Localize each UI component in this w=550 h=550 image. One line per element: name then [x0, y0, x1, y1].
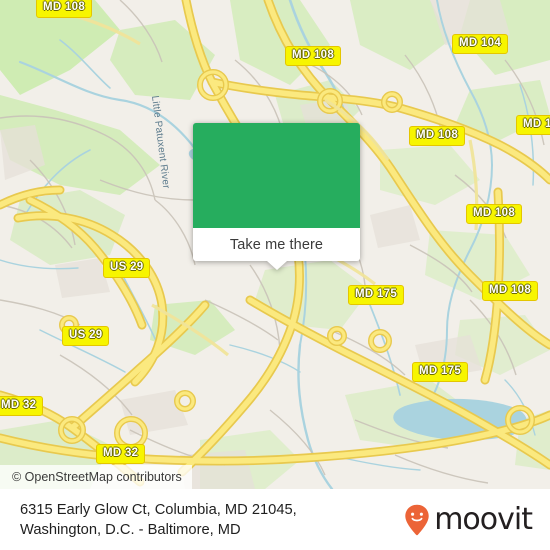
- map-attribution[interactable]: © OpenStreetMap contributors: [0, 465, 192, 489]
- map-canvas[interactable]: Little Patuxent River MD 108 MD 108 MD 1…: [0, 0, 550, 489]
- road-shield-md108-nw[interactable]: MD 108: [36, 0, 93, 18]
- road-shield-md104[interactable]: MD 104: [452, 34, 509, 54]
- road-shield-us29-n[interactable]: US 29: [103, 258, 151, 278]
- take-me-there-label: Take me there: [229, 236, 324, 253]
- road-shield-md175-n[interactable]: MD 175: [348, 285, 405, 305]
- popup-image-placeholder: [193, 123, 360, 228]
- map-pin-icon: [405, 504, 429, 535]
- road-shield-md32-s[interactable]: MD 32: [96, 444, 146, 464]
- road-shield-md175-s[interactable]: MD 175: [412, 362, 469, 382]
- moovit-map-screenshot: Little Patuxent River MD 108 MD 108 MD 1…: [0, 0, 550, 550]
- location-popup[interactable]: Take me there: [193, 123, 360, 270]
- address-text: 6315 Early Glow Ct, Columbia, MD 21045, …: [20, 501, 297, 538]
- road-shield-md108-n[interactable]: MD 108: [285, 46, 342, 66]
- road-shield-md108-se[interactable]: MD 108: [482, 281, 539, 301]
- footer-bar: 6315 Early Glow Ct, Columbia, MD 21045, …: [0, 489, 550, 550]
- road-shield-md10-clipped[interactable]: MD 10: [516, 115, 550, 135]
- moovit-wordmark: moovit: [434, 501, 533, 537]
- road-shield-md32-w[interactable]: MD 32: [0, 396, 44, 416]
- road-shield-md108-e[interactable]: MD 108: [466, 204, 523, 224]
- moovit-logo[interactable]: moovit: [404, 504, 536, 536]
- popup-pointer-tail: [266, 261, 287, 270]
- take-me-there-button[interactable]: Take me there: [193, 228, 360, 270]
- road-shield-md108-ne[interactable]: MD 108: [409, 126, 466, 146]
- road-shield-us29-s[interactable]: US 29: [62, 326, 110, 346]
